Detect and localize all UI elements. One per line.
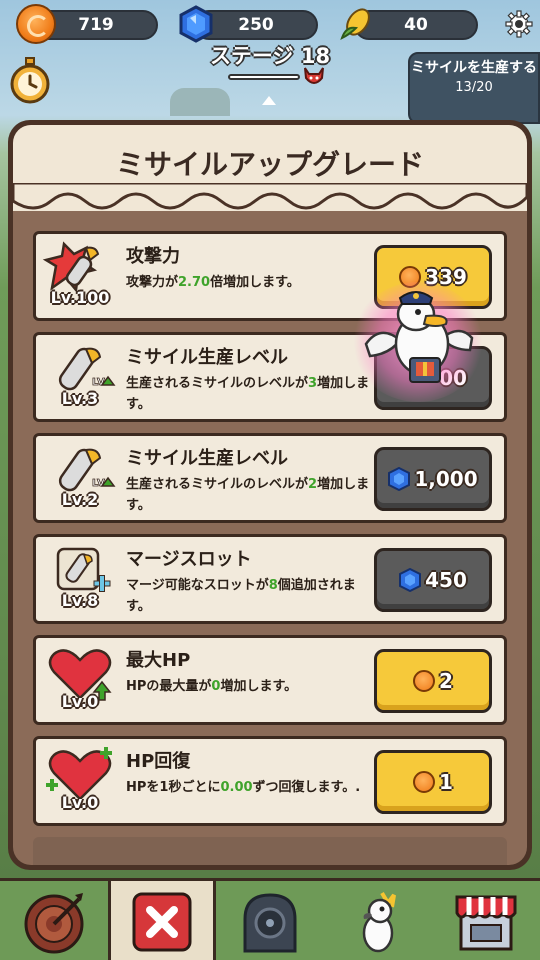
upgrade-description: 生産されるミサイルのレベルが2増加します。: [126, 474, 376, 516]
desc-text: HPを1秒ごとに: [126, 780, 221, 795]
buy-button-merge-slot[interactable]: 450: [374, 548, 492, 612]
vault-icon: [243, 893, 297, 953]
bottom-navigation: [0, 878, 540, 960]
produce-missile-panel[interactable]: ミサイルを生産する 13/20: [408, 52, 540, 124]
upgrade-description: HPの最大量が0増加します。: [126, 676, 376, 697]
price-label: 450: [425, 568, 467, 592]
desc-text: ずつ回復します。.: [252, 780, 361, 795]
coin-icon: [16, 4, 56, 44]
gem-count: 250: [238, 15, 274, 35]
upgrade-level: Lv.2: [61, 490, 99, 509]
panel-body: ミサイルアップグレード Lv.100 攻撃力 攻撃力が2.70倍増加します。 3…: [13, 125, 527, 865]
desc-value: 0.00: [220, 780, 253, 795]
coin-count: 719: [78, 15, 114, 35]
nav-cockatoo[interactable]: [324, 881, 432, 960]
upgrade-row-merge-slot: Lv.8 マージスロット マージ可能なスロットが8個追加されます。 450: [33, 534, 507, 624]
price-label: 2: [439, 669, 453, 693]
desc-text: 生産されるミサイルのレベルが: [126, 477, 309, 492]
buy-button-missile-level-2[interactable]: 1,000: [374, 447, 492, 511]
background-hill: [170, 88, 230, 116]
nav-target[interactable]: [0, 881, 108, 960]
alarm-clock-icon[interactable]: [8, 56, 52, 106]
upgrade-title: 最大HP: [126, 650, 191, 671]
stage-progress-track: [228, 74, 300, 80]
mail-duck-icon[interactable]: [360, 284, 478, 394]
corn-count: 40: [404, 15, 428, 35]
gear-icon[interactable]: [505, 10, 533, 38]
shop-icon: [455, 895, 517, 951]
upgrade-row-max-hp: Lv.0 最大HP HPの最大量が0増加します。 2: [33, 635, 507, 725]
upgrade-row-partial: [33, 837, 507, 865]
upgrade-description: 攻撃力が2.70倍増加します。: [126, 272, 376, 293]
desc-text: 倍増加します。: [210, 275, 300, 290]
upgrade-level: Lv.0: [61, 692, 99, 711]
upgrade-description: 生産されるミサイルのレベルが3増加します。: [126, 373, 376, 415]
upgrade-title: ミサイル生産レベル: [126, 347, 288, 368]
desc-text: HPの最大量が: [126, 679, 212, 694]
upgrade-description: HPを1秒ごとに0.00ずつ回復します。.: [126, 777, 376, 798]
nav-shop[interactable]: [432, 881, 540, 960]
upgrade-title: HP回復: [126, 751, 191, 772]
desc-value: 3: [308, 376, 318, 391]
upgrade-row-hp-regen: Lv.0 HP回復 HPを1秒ごとに0.00ずつ回復します。. 1: [33, 736, 507, 826]
close-icon: [132, 892, 192, 952]
desc-value: 8: [268, 578, 278, 593]
gem-icon: [388, 467, 411, 491]
desc-text: 生産されるミサイルのレベルが: [126, 376, 309, 391]
desc-value: 2.70: [178, 275, 211, 290]
price-label: 1,000: [414, 467, 478, 491]
desc-value: 2: [308, 477, 318, 492]
upgrade-level: Lv.3: [61, 389, 99, 408]
corn-icon: [336, 4, 376, 44]
desc-text: マージ可能なスロットが: [126, 578, 269, 593]
nav-close[interactable]: [108, 881, 216, 960]
desc-text: 攻撃力が: [126, 275, 179, 290]
coin-icon: [413, 771, 436, 793]
coin-icon: [413, 670, 436, 692]
upgrade-title: マージスロット: [126, 549, 252, 570]
gem-icon: [176, 4, 216, 44]
upgrade-level: Lv.100: [50, 288, 110, 307]
target-icon: [24, 893, 84, 954]
buy-button-hp-regen[interactable]: 1: [374, 750, 492, 814]
stage-title: ステージ 18: [209, 44, 331, 68]
panel-title: ミサイルアップグレード: [115, 148, 424, 181]
price-label: 1: [439, 770, 453, 794]
missile-upgrade-panel: ミサイルアップグレード Lv.100 攻撃力 攻撃力が2.70倍増加します。 3…: [8, 120, 532, 870]
produce-missile-label: ミサイルを生産する: [411, 60, 537, 76]
boss-devil-icon: [302, 66, 326, 88]
upgrade-level: Lv.8: [61, 591, 99, 610]
panel-header-wave: [13, 183, 527, 210]
stage-marker-caret: [262, 96, 276, 105]
upgrade-title: 攻撃力: [126, 246, 180, 267]
upgrade-title: ミサイル生産レベル: [126, 448, 288, 469]
upgrade-description: マージ可能なスロットが8個追加されます。: [126, 575, 376, 617]
upgrade-level: Lv.0: [61, 793, 99, 812]
gem-icon: [399, 568, 422, 592]
cockatoo-icon: [362, 891, 396, 953]
upgrade-row-missile-level-2: LV Lv.2 ミサイル生産レベル 生産されるミサイルのレベルが2増加します。 …: [33, 433, 507, 523]
desc-text: 増加します。: [220, 679, 298, 694]
nav-vault[interactable]: [216, 881, 324, 960]
buy-button-max-hp[interactable]: 2: [374, 649, 492, 713]
produce-missile-count: 13/20: [455, 80, 493, 95]
